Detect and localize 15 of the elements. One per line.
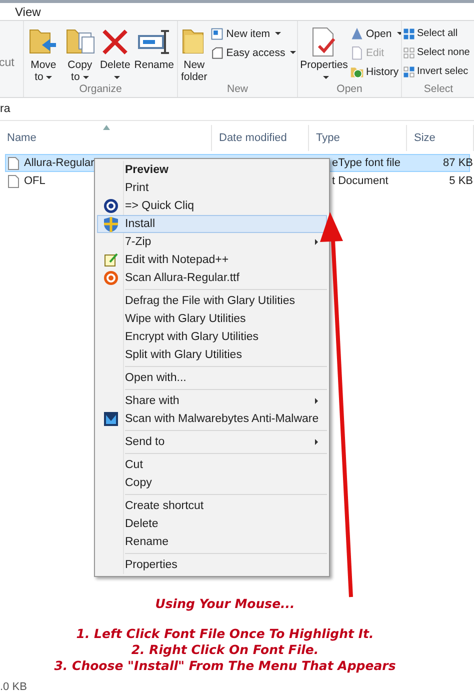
- instruction-step: 1. Left Click Font File Once To Highlight It.: [76, 626, 374, 641]
- file-name: OFL: [24, 175, 46, 187]
- instruction-step: 2. Right Click On Font File.: [131, 642, 319, 657]
- group-label: Open: [336, 83, 364, 95]
- file-type: t Document: [331, 175, 390, 187]
- instruction-step: 3. Choose "Install" From The Menu That Appears: [54, 658, 396, 673]
- group-label: New: [226, 83, 249, 95]
- file-name: Allura-Regular: [24, 157, 94, 169]
- file-type: eType font file: [331, 157, 402, 169]
- group-label: Select: [422, 83, 454, 95]
- file-size: 5 KB: [448, 175, 473, 187]
- status-text: .0 KB: [0, 681, 27, 693]
- group-label: Organize: [78, 83, 123, 95]
- annotation-title: Using Your Mouse...: [155, 596, 295, 611]
- file-size: 87 KB: [442, 157, 473, 169]
